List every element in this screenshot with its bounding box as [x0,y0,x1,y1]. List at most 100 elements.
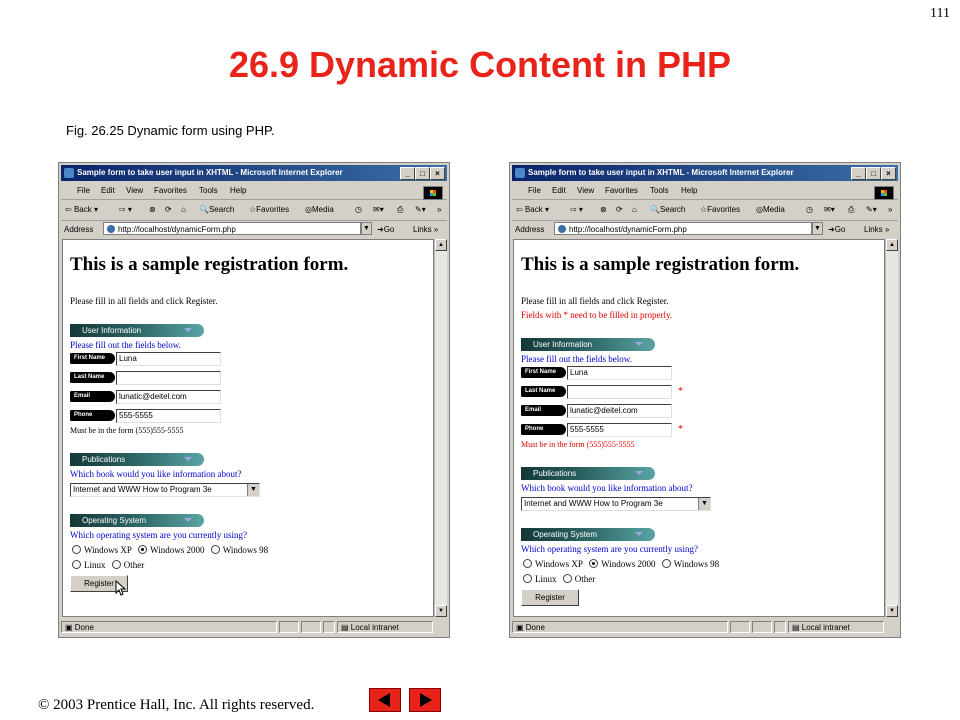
radio-windows-2000[interactable]: Windows 2000 [589,559,656,569]
radio-other[interactable]: Other [111,560,144,570]
prev-slide-button[interactable] [369,688,401,712]
refresh-icon[interactable]: ⟳ [165,205,172,214]
vertical-scrollbar[interactable]: ▲ ▼ [885,239,898,617]
email-field[interactable]: lunatic@deitel.com [116,390,221,404]
status-done-label: Done [74,623,94,632]
menu-favorites[interactable]: Favorites [605,186,638,195]
refresh-icon[interactable]: ⟳ [616,205,623,214]
go-button[interactable]: ➜Go [828,225,845,234]
radio-button-checked[interactable] [138,545,148,554]
print-icon[interactable]: ⎙ [848,205,854,215]
address-dropdown-icon[interactable]: ▼ [361,222,372,235]
radio-linux[interactable]: Linux [523,574,557,584]
menu-favorites[interactable]: Favorites [154,186,187,195]
radio-windows-98[interactable]: Windows 98 [661,559,719,569]
history-icon[interactable]: ◷ [806,205,813,214]
menu-view[interactable]: View [577,186,594,195]
first-name-field[interactable]: Luna [567,366,672,380]
radio-windows-98[interactable]: Windows 98 [210,545,268,555]
book-select[interactable]: Internet and WWW How to Program 3e ▼ [70,483,260,497]
back-button[interactable]: ⇦ Back ▾ [65,205,98,214]
radio-windows-xp[interactable]: Windows XP [72,545,132,555]
select-arrow-icon[interactable]: ▼ [247,484,259,496]
ie-page-icon: ▣ [65,623,75,632]
status-cell [774,621,786,633]
radio-button[interactable] [210,545,220,554]
menu-file[interactable]: File [528,186,541,195]
register-button[interactable]: Register [521,589,579,606]
forward-arrow-icon[interactable]: ⇨ ▾ [570,205,583,214]
menu-tools[interactable]: Tools [650,186,669,195]
home-icon[interactable]: ⌂ [181,205,186,214]
maximize-icon[interactable]: □ [866,167,881,180]
radio-other[interactable]: Other [562,574,596,584]
stop-icon[interactable]: ⊗ [149,205,156,214]
minimize-icon[interactable]: _ [400,167,415,180]
links-button[interactable]: Links » [864,225,889,234]
home-icon[interactable]: ⌂ [632,205,637,214]
address-input[interactable]: http://localhost/dynamicForm.php [103,222,361,235]
radio-label: Other [574,574,596,584]
maximize-icon[interactable]: □ [415,167,430,180]
radio-button[interactable] [562,574,572,583]
radio-button[interactable] [72,545,81,554]
radio-button[interactable] [111,560,121,569]
favorites-button[interactable]: ☆Favorites [249,205,289,214]
radio-button[interactable] [661,559,671,568]
phone-field[interactable]: 555-5555 [116,409,221,423]
toolbar-chevron-icon[interactable]: » [437,205,441,214]
book-select[interactable]: Internet and WWW How to Program 3e ▼ [521,497,711,511]
minimize-icon[interactable]: _ [851,167,866,180]
select-arrow-icon[interactable]: ▼ [698,498,710,510]
radio-windows-2000[interactable]: Windows 2000 [138,545,205,555]
status-cell [730,621,750,633]
menu-edit[interactable]: Edit [552,186,566,195]
radio-button[interactable] [523,574,532,583]
scroll-down-icon[interactable]: ▼ [886,605,898,617]
radio-button-checked[interactable] [589,559,599,568]
scroll-down-icon[interactable]: ▼ [435,605,447,617]
back-button[interactable]: ⇦ Back ▾ [516,205,549,214]
edit-icon[interactable]: ✎▾ [415,205,426,214]
history-icon[interactable]: ◷ [355,205,362,214]
email-field[interactable]: lunatic@deitel.com [567,404,672,418]
close-icon[interactable]: × [881,167,896,180]
print-icon[interactable]: ⎙ [397,205,403,215]
menu-help[interactable]: Help [230,186,246,195]
close-icon[interactable]: × [430,167,445,180]
menu-file[interactable]: File [77,186,90,195]
search-button[interactable]: 🔍Search [650,205,685,214]
stop-icon[interactable]: ⊗ [600,205,607,214]
radio-button[interactable] [523,559,532,568]
media-button[interactable]: ◎Media [305,205,334,214]
radio-linux[interactable]: Linux [72,560,106,570]
radio-button[interactable] [72,560,81,569]
first-name-field[interactable]: Luna [116,352,221,366]
forward-arrow-icon[interactable]: ⇨ ▾ [119,205,132,214]
go-button[interactable]: ➜Go [377,225,394,234]
address-input[interactable]: http://localhost/dynamicForm.php [554,222,812,235]
banner-arrow-icon [635,532,643,536]
vertical-scrollbar[interactable]: ▲ ▼ [434,239,447,617]
last-name-field[interactable] [116,371,221,385]
links-button[interactable]: Links » [413,225,438,234]
next-slide-button[interactable] [409,688,441,712]
scroll-up-icon[interactable]: ▲ [886,239,898,251]
toolbar-chevron-icon[interactable]: » [888,205,892,214]
status-zone: ▤ Local intranet [788,621,884,633]
media-button[interactable]: ◎Media [756,205,785,214]
menu-help[interactable]: Help [681,186,697,195]
last-name-field[interactable] [567,385,672,399]
menu-view[interactable]: View [126,186,143,195]
mail-icon[interactable]: ✉▾ [824,205,835,214]
favorites-button[interactable]: ☆Favorites [700,205,740,214]
address-dropdown-icon[interactable]: ▼ [812,222,823,235]
mail-icon[interactable]: ✉▾ [373,205,384,214]
menu-edit[interactable]: Edit [101,186,115,195]
scroll-up-icon[interactable]: ▲ [435,239,447,251]
search-button[interactable]: 🔍Search [199,205,234,214]
menu-tools[interactable]: Tools [199,186,218,195]
radio-windows-xp[interactable]: Windows XP [523,559,583,569]
edit-icon[interactable]: ✎▾ [866,205,877,214]
phone-field[interactable]: 555-5555 [567,423,672,437]
